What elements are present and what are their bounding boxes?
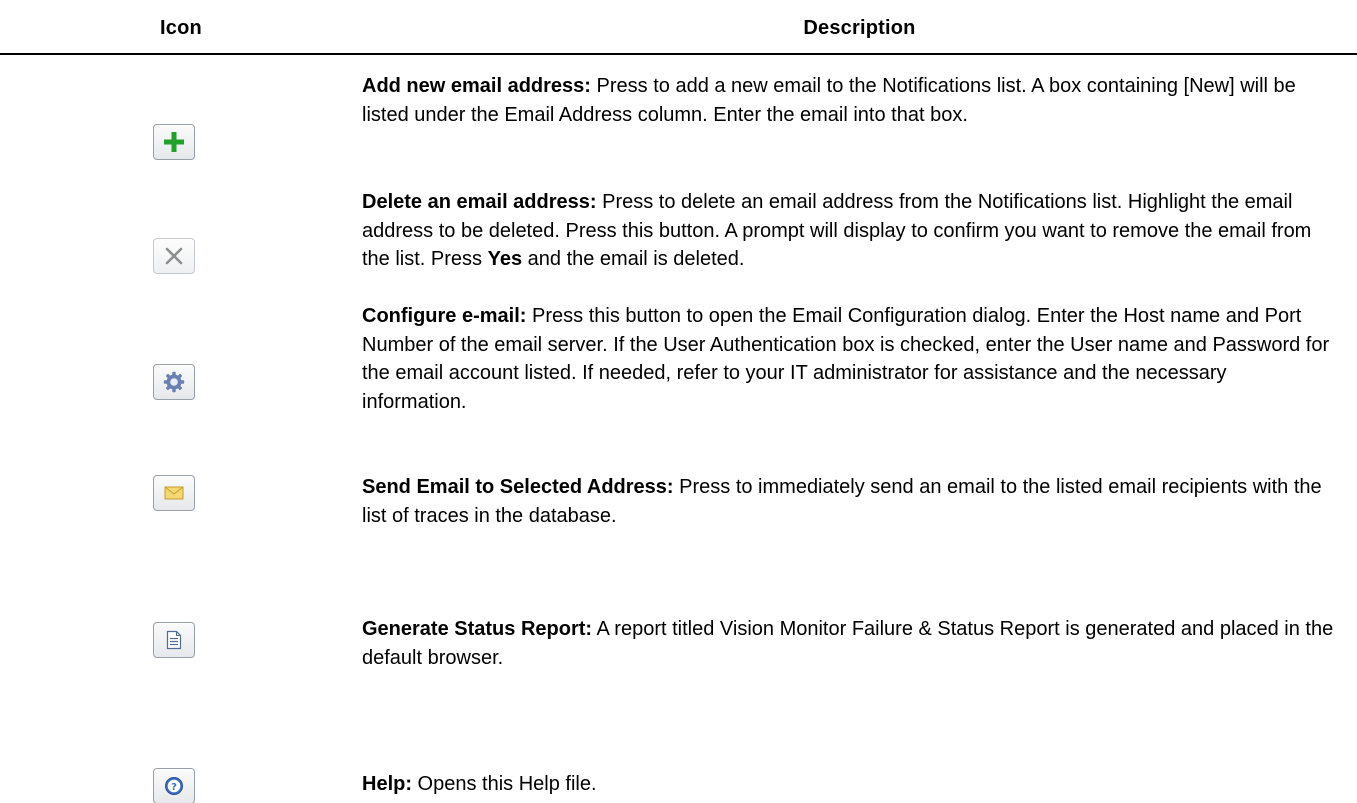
table-header: Icon Description [0,0,1357,55]
help-button[interactable]: ? [153,768,197,803]
envelope-icon [164,486,184,500]
plus-icon [164,132,184,152]
description-column-header: Description [803,17,916,39]
close-icon [165,247,183,265]
row-description: Send Email to Selected Address: Press to… [362,473,1334,530]
row-title: Generate Status Report: [362,618,593,640]
row-title: Help: [362,773,412,795]
icon-column-header: Icon [160,17,202,39]
add-email-button[interactable] [153,124,197,162]
row-description: Add new email address: Press to add a ne… [362,72,1334,129]
row-text-after: and the email is deleted. [522,248,745,270]
report-icon [166,630,182,650]
row-text: Opens this Help file. [412,773,597,795]
row-title: Send Email to Selected Address: [362,476,674,498]
gear-icon [163,371,185,393]
row-title: Delete an email address: [362,191,597,213]
row-description: Configure e-mail: Press this button to o… [362,302,1334,416]
delete-email-button[interactable] [153,238,197,276]
help-table: Icon Description Add new email address: … [0,0,1357,803]
svg-text:?: ? [171,782,177,793]
help-icon: ? [165,777,183,795]
row-title: Add new email address: [362,75,591,97]
row-description: Delete an email address: Press to delete… [362,188,1334,274]
row-description: Help: Opens this Help file. [362,770,1334,799]
generate-report-button[interactable] [153,622,197,660]
row-title: Configure e-mail: [362,305,527,327]
row-description: Generate Status Report: A report titled … [362,615,1334,672]
configure-email-button[interactable] [153,364,197,402]
send-email-button[interactable] [153,475,197,513]
row-bold-word: Yes [487,248,523,270]
